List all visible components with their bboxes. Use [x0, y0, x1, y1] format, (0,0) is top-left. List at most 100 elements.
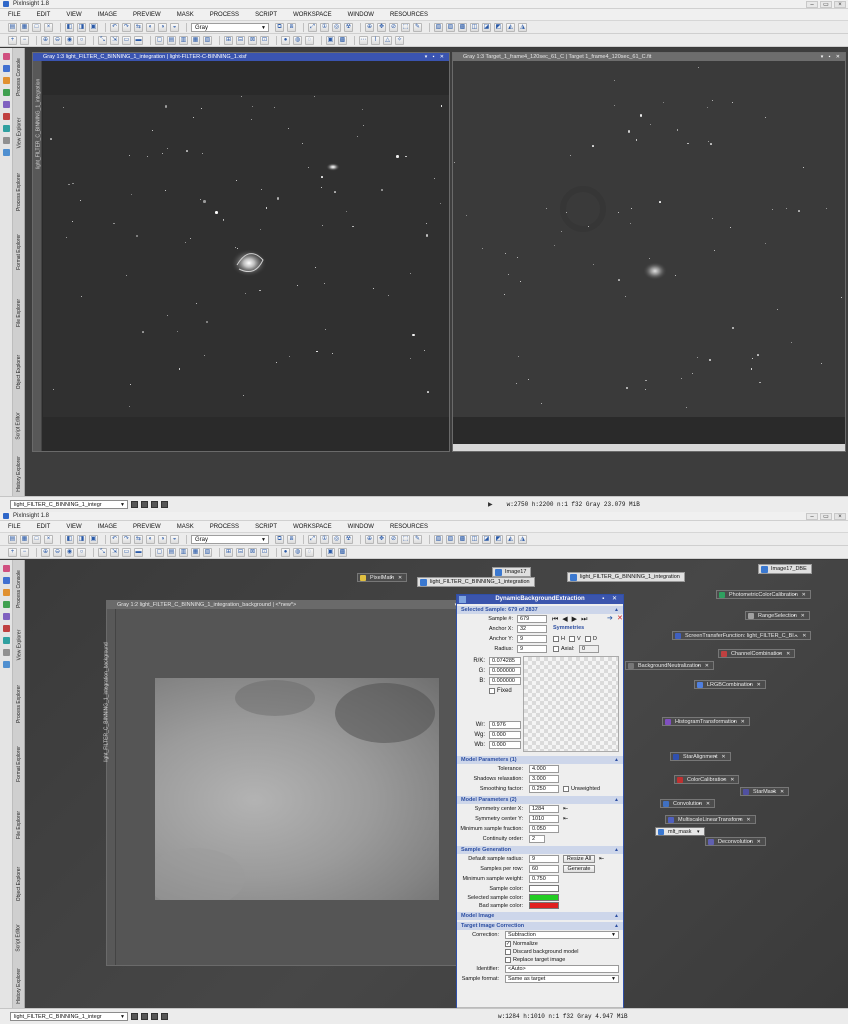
process-icon-h[interactable]: ◮ — [518, 534, 527, 544]
mask-show-icon[interactable]: ◑ — [158, 534, 167, 544]
view-button-d[interactable] — [161, 1013, 168, 1020]
process-icon-a[interactable]: ▧ — [434, 534, 443, 544]
tab-light-c[interactable]: light_FILTER_C_BINNING_1_integration — [417, 577, 535, 587]
process-icon-blue[interactable] — [2, 577, 10, 584]
undo-icon[interactable]: ↶ — [110, 22, 119, 32]
menu-process[interactable]: PROCESS — [202, 524, 247, 530]
bad-sample-color-swatch[interactable] — [529, 902, 559, 909]
tab-script-editor[interactable]: Script Editor — [14, 404, 24, 448]
zoom-out-2-icon[interactable]: ⊖ — [53, 547, 62, 557]
process-icon-pink[interactable] — [2, 565, 10, 572]
tab-history-explorer[interactable]: History Explorer — [14, 964, 24, 1008]
menu-edit[interactable]: EDIT — [29, 12, 59, 18]
tab-view-explorer[interactable]: View Explorer — [14, 620, 24, 670]
sample-color-swatch[interactable] — [529, 885, 559, 892]
color-icon-a[interactable]: ● — [281, 35, 290, 45]
tab-format-explorer[interactable]: Format Explorer — [14, 736, 24, 792]
edit-icon[interactable]: ✎ — [413, 534, 422, 544]
history-icon[interactable]: ⇆ — [134, 534, 143, 544]
discard-checkbox[interactable] — [505, 949, 511, 955]
view-button-c[interactable] — [151, 501, 158, 508]
copy-icon[interactable]: ⧉ — [275, 534, 284, 544]
tab-history-explorer[interactable]: History Explorer — [14, 452, 24, 496]
select-icon[interactable]: ⬚ — [401, 22, 410, 32]
tab-process-explorer[interactable]: Process Explorer — [14, 676, 24, 732]
menu-file[interactable]: FILE — [0, 12, 29, 18]
save-file-icon[interactable]: ▦ — [20, 534, 29, 544]
process-icon-sky[interactable] — [2, 149, 10, 156]
display-icon-b[interactable]: ▤ — [167, 547, 176, 557]
zoom-fit-icon[interactable]: ⤢ — [308, 22, 317, 32]
astro-image-left[interactable] — [43, 95, 449, 417]
process-icon-rangeselection[interactable]: RangeSelection ▪ ✕ — [745, 611, 810, 620]
tool-icon-d[interactable]: ✧ — [395, 35, 404, 45]
menu-workspace[interactable]: WORKSPACE — [285, 12, 340, 18]
close-button[interactable]: × — [834, 1, 846, 8]
fit-view-icon[interactable]: ⇲ — [110, 547, 119, 557]
astro-image-right[interactable] — [453, 61, 845, 417]
horizontal-scrollbar[interactable] — [453, 444, 845, 451]
delete-sample-icon[interactable]: ✕ — [617, 614, 623, 622]
mask-icon[interactable]: ◐ — [146, 22, 155, 32]
stf-auto-icon[interactable]: ☢ — [344, 22, 353, 32]
process-icon-red[interactable] — [2, 625, 10, 632]
view-button-b[interactable] — [141, 1013, 148, 1020]
process-icon-bgneutralization[interactable]: BackgroundNeutralization ▪ ✕ — [625, 661, 714, 670]
smoothing-input[interactable]: 0.250 — [529, 785, 559, 793]
zoom-out-icon[interactable]: − — [20, 547, 29, 557]
process-icon-purple[interactable] — [2, 101, 10, 108]
view-button-c[interactable] — [151, 1013, 158, 1020]
section-target-correction[interactable]: Target Image Correction — [457, 922, 623, 930]
fixed-checkbox[interactable] — [489, 688, 495, 694]
maximize-button[interactable]: ▭ — [820, 1, 832, 8]
display-icon-c[interactable]: ▥ — [179, 547, 188, 557]
channel-select[interactable]: Gray ▼ — [191, 534, 269, 544]
zoom-one-icon[interactable]: ① — [320, 22, 329, 32]
paste-icon[interactable]: ⧈ — [287, 22, 296, 32]
tab-light-g[interactable]: light_FILTER_G_BINNING_1_integration — [567, 572, 685, 582]
process-icon-photometric[interactable]: PhotometricColorCalibration ▪ ✕ — [716, 590, 811, 599]
color-icon-c[interactable]: ◌ — [305, 547, 314, 557]
paste-icon[interactable]: ⧈ — [287, 534, 296, 544]
menu-edit[interactable]: EDIT — [29, 524, 59, 530]
shadows-input[interactable]: 3.000 — [529, 775, 559, 783]
pan-icon[interactable]: ✥ — [377, 534, 386, 544]
process-icon-red[interactable] — [2, 113, 10, 120]
open-file-icon[interactable]: ▤ — [8, 22, 17, 32]
view-id-strip[interactable]: light_FILTER_C_BINNING_1_integration — [33, 61, 42, 451]
tab-process-explorer[interactable]: Process Explorer — [14, 164, 24, 220]
background-model-window[interactable]: Gray 1:2 light_FILTER_C_BINNING_1_integr… — [104, 600, 480, 966]
view-button-b[interactable] — [141, 501, 148, 508]
tab-file-explorer[interactable]: File Explorer — [14, 288, 24, 338]
mask-show-icon[interactable]: ◑ — [158, 22, 167, 32]
new-image-icon[interactable]: □ — [32, 22, 41, 32]
tab-object-explorer[interactable]: Object Explorer — [14, 344, 24, 400]
mask-invert-icon[interactable]: ◒ — [170, 22, 179, 32]
close-button[interactable]: × — [834, 513, 846, 520]
menu-script[interactable]: SCRIPT — [247, 524, 285, 530]
extract-icon[interactable]: ◨ — [77, 22, 86, 32]
fit-window-icon[interactable]: ⤡ — [98, 35, 107, 45]
copy-icon[interactable]: ⧉ — [275, 22, 284, 32]
process-icon-mlt[interactable]: MultiscaleLinearTransform ▪ ✕ — [665, 815, 756, 824]
section-model-image[interactable]: Model Image — [457, 912, 623, 920]
process-icon-green[interactable] — [2, 601, 10, 608]
stf-icon[interactable]: ◎ — [332, 534, 341, 544]
close-image-icon[interactable]: × — [44, 22, 53, 32]
channel-icon-b[interactable]: ▩ — [338, 547, 347, 557]
zoom-out-2-icon[interactable]: ⊖ — [53, 35, 62, 45]
selected-sample-color-swatch[interactable] — [529, 894, 559, 901]
process-icon-e[interactable]: ◪ — [482, 22, 491, 32]
preview-icon[interactable]: ▣ — [89, 534, 98, 544]
grid-icon-c[interactable]: ⊠ — [248, 547, 257, 557]
section-sample-generation[interactable]: Sample Generation — [457, 846, 623, 854]
process-icon-g[interactable]: ◭ — [506, 534, 515, 544]
grid-icon-b[interactable]: ⊟ — [236, 35, 245, 45]
display-icon-c[interactable]: ▥ — [179, 35, 188, 45]
process-icon-convolution[interactable]: Convolution ▪ ✕ — [660, 799, 716, 808]
continuity-spinbox[interactable]: 2 — [529, 835, 545, 843]
zoom-icon[interactable]: ⊘ — [389, 534, 398, 544]
process-icon-pixelmath[interactable]: PixelMath ▪ ✕ — [357, 573, 408, 582]
tab-view-explorer[interactable]: View Explorer — [14, 108, 24, 158]
menu-workspace[interactable]: WORKSPACE — [285, 524, 340, 530]
